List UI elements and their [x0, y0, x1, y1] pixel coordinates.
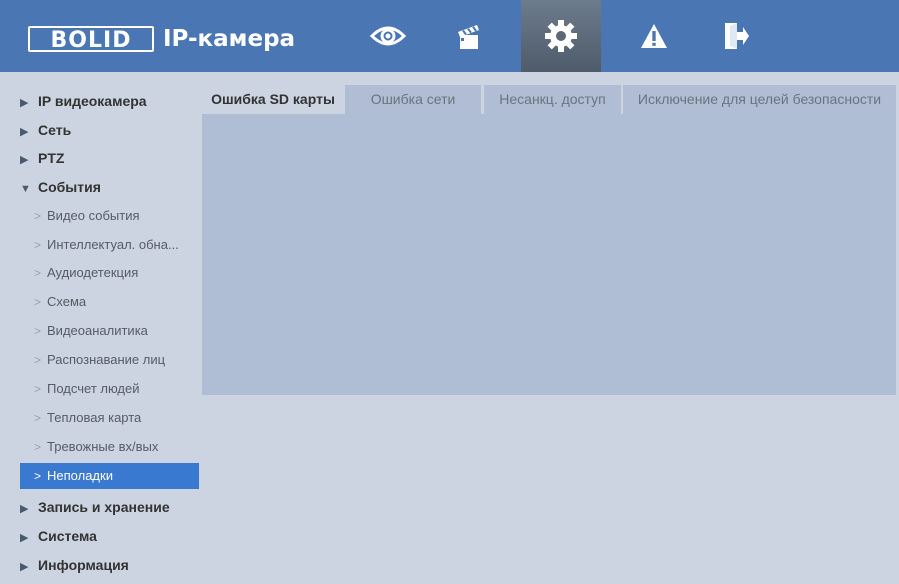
sidebar-subitem-label: Интеллектуал. обна...: [47, 237, 179, 252]
sidebar-subitem-label: Распознавание лиц: [47, 352, 166, 367]
sidebar-item-label: PTZ: [38, 150, 65, 166]
chevron-right-icon: >: [34, 209, 42, 223]
chevron-right-icon: >: [34, 238, 42, 252]
sidebar-subitem-face-recognition[interactable]: > Распознавание лиц: [20, 345, 199, 375]
sidebar-item-label: Запись и хранение: [38, 499, 170, 515]
sidebar-item-label: Информация: [38, 557, 129, 573]
tab-security-exception[interactable]: Исключение для целей безопасности: [623, 85, 896, 114]
chevron-right-icon: >: [34, 295, 42, 309]
sidebar-subitem-label: Видеоаналитика: [47, 323, 148, 338]
sidebar-subitem-label: Подсчет людей: [47, 381, 140, 396]
tab-unauthorized-access[interactable]: Несанкц. доступ: [484, 85, 621, 114]
sidebar-subitem-label: Видео события: [47, 208, 140, 223]
playback-nav[interactable]: [430, 0, 510, 72]
chevron-right-icon: >: [34, 440, 42, 454]
sidebar-subitem-label: Схема: [47, 294, 87, 309]
sidebar-item-label: IP видеокамера: [38, 93, 147, 109]
expand-triangle-icon: ▶: [20, 97, 29, 109]
sidebar-item-network[interactable]: ▶ Сеть: [20, 115, 71, 145]
sidebar-item-label: Система: [38, 528, 97, 544]
sidebar-subitem-audio-detection[interactable]: > Аудиодетекция: [20, 258, 199, 288]
sidebar-item-ptz[interactable]: ▶ PTZ: [20, 143, 64, 173]
clapperboard-icon: [458, 25, 479, 49]
chevron-right-icon: >: [34, 382, 42, 396]
sidebar-subitem-alarm-io[interactable]: > Тревожные вх/вых: [20, 432, 199, 462]
top-header: BOLID IP-камера: [0, 0, 899, 72]
gear-icon: [545, 20, 577, 52]
expand-triangle-icon: ▶: [20, 154, 29, 166]
sidebar-subitem-label: Неполадки: [47, 468, 113, 483]
chevron-right-icon: >: [34, 353, 42, 367]
chevron-right-icon: >: [34, 266, 42, 280]
sidebar-item-events[interactable]: ▼ События: [20, 172, 101, 202]
collapse-triangle-icon: ▼: [20, 183, 31, 195]
logout-nav[interactable]: [696, 0, 776, 72]
sidebar-subitem-video-analytics[interactable]: > Видеоаналитика: [20, 316, 199, 346]
chevron-right-icon: >: [34, 324, 42, 338]
bolid-logo: BOLID: [28, 26, 154, 53]
settings-nav[interactable]: [521, 0, 601, 72]
sidebar-item-system[interactable]: ▶ Система: [20, 521, 97, 551]
expand-triangle-icon: ▶: [20, 532, 29, 544]
sidebar-subitem-faults[interactable]: > Неполадки: [20, 463, 199, 489]
sidebar-subitem-heat-map[interactable]: > Тепловая карта: [20, 403, 199, 433]
sidebar-item-recording-storage[interactable]: ▶ Запись и хранение: [20, 492, 170, 522]
eye-icon: [370, 26, 406, 46]
sidebar-subitem-label: Тревожные вх/вых: [47, 439, 159, 454]
live-view-nav[interactable]: [348, 0, 428, 72]
sidebar-subitem-video-events[interactable]: > Видео события: [20, 201, 199, 231]
expand-triangle-icon: ▶: [20, 561, 29, 573]
sidebar-subitem-schema[interactable]: > Схема: [20, 287, 199, 317]
expand-triangle-icon: ▶: [20, 503, 29, 515]
chevron-right-icon: >: [34, 411, 42, 425]
sidebar-item-label: Сеть: [38, 122, 72, 138]
alarm-nav[interactable]: [614, 0, 694, 72]
sidebar-subitem-label: Аудиодетекция: [47, 265, 139, 280]
chevron-right-icon: >: [34, 469, 42, 483]
sidebar-item-information[interactable]: ▶ Информация: [20, 550, 129, 580]
sidebar-subitem-smart-detection[interactable]: > Интеллектуал. обна...: [20, 230, 199, 260]
sidebar-item-label: События: [38, 179, 101, 195]
tab-content-panel: [202, 114, 896, 395]
sidebar-subitem-people-counting[interactable]: > Подсчет людей: [20, 374, 199, 404]
warning-icon: [641, 24, 667, 48]
logout-icon: [725, 23, 749, 49]
tab-network-error[interactable]: Ошибка сети: [345, 85, 481, 114]
sidebar-item-ip-camera[interactable]: ▶ IP видеокамера: [20, 86, 147, 116]
sidebar-subitem-label: Тепловая карта: [47, 410, 142, 425]
app-title: IP-камера: [163, 26, 296, 52]
tab-sd-card-error[interactable]: Ошибка SD карты: [202, 85, 344, 114]
